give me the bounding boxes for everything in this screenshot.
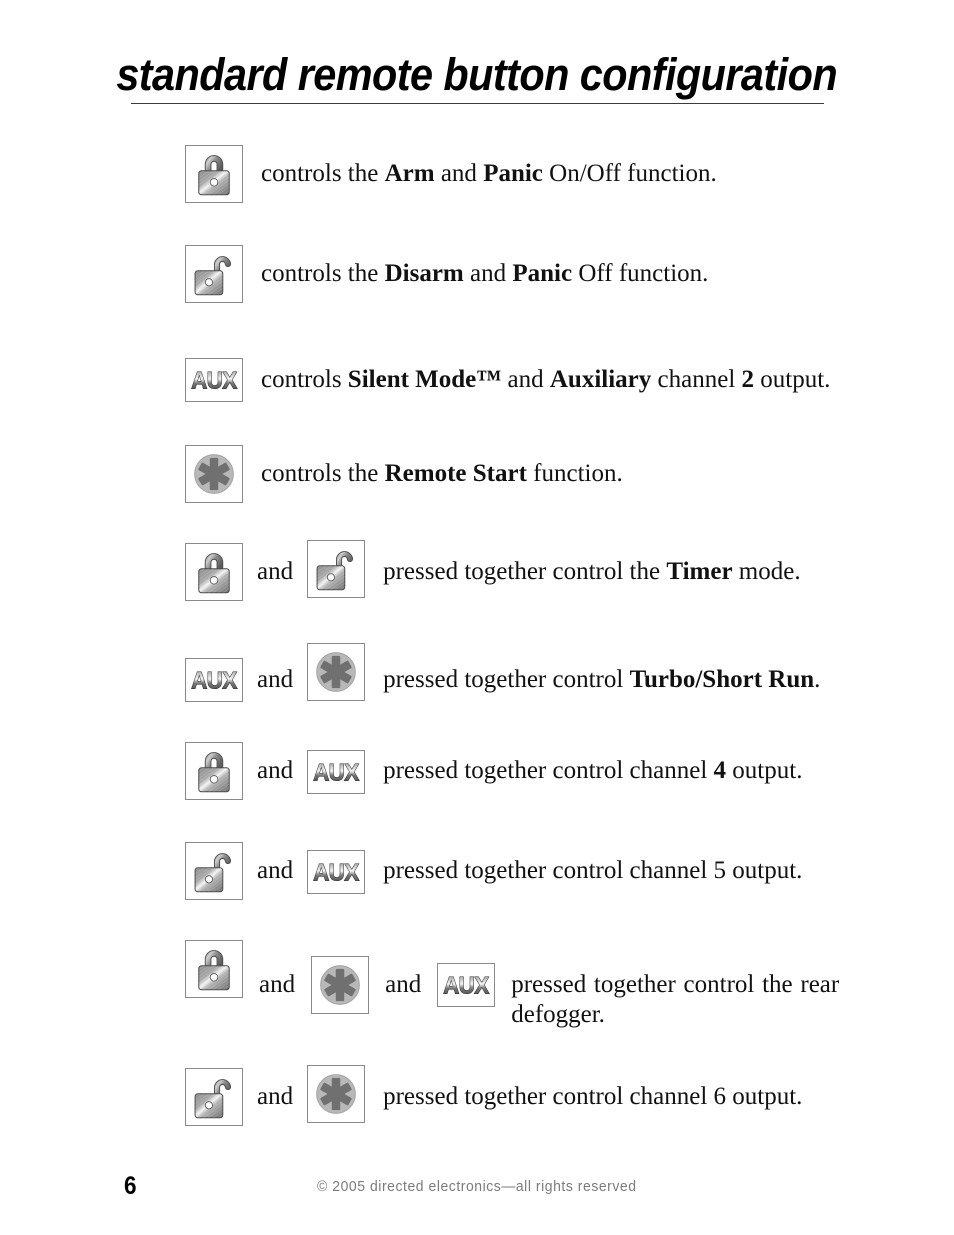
list-item-description: pressed together control channel 4 outpu… xyxy=(383,757,803,784)
star-asterisk-icon[interactable] xyxy=(307,643,366,701)
star-asterisk-icon[interactable] xyxy=(311,956,370,1014)
and-label: and xyxy=(259,971,296,998)
and-label: and xyxy=(385,971,422,998)
lock-open-icon[interactable] xyxy=(185,245,243,303)
button-configuration-list: controls the Arm and Panic On/Off functi… xyxy=(0,0,954,1235)
lock-closed-icon[interactable] xyxy=(185,145,243,203)
list-item-description: pressed together control channel 5 outpu… xyxy=(383,857,803,884)
lock-open-icon[interactable] xyxy=(185,842,243,900)
list-item-description: controls the Remote Start function. xyxy=(261,460,623,487)
copyright-notice: © 2005 directed electronics—all rights r… xyxy=(0,1178,954,1195)
and-label: and xyxy=(257,1083,294,1110)
list-item-description: pressed together control channel 6 outpu… xyxy=(383,1083,803,1110)
list-item: and pressed together control channel 5 o… xyxy=(185,842,885,900)
aux-button-icon[interactable] xyxy=(185,658,243,702)
lock-closed-icon[interactable] xyxy=(185,543,243,601)
and-label: and xyxy=(257,757,294,784)
star-asterisk-icon[interactable] xyxy=(185,445,243,503)
list-item: controls the Remote Start function. xyxy=(185,445,865,503)
list-item: and and pressed together control the rea… xyxy=(185,940,885,1030)
star-asterisk-icon[interactable] xyxy=(307,1065,366,1123)
and-label: and xyxy=(257,666,294,693)
aux-button-icon[interactable] xyxy=(307,850,366,894)
lock-closed-icon[interactable] xyxy=(185,742,243,800)
list-item-description: pressed together control the Timer mode. xyxy=(383,558,801,585)
lock-closed-icon[interactable] xyxy=(185,940,243,998)
list-item: and pressed together control channel 6 o… xyxy=(185,1065,885,1126)
list-item: and pressed together control channel 4 o… xyxy=(185,742,885,800)
lock-open-icon[interactable] xyxy=(307,540,366,598)
list-item-description: pressed together control the rear defogg… xyxy=(511,971,846,1028)
lock-open-icon[interactable] xyxy=(185,1068,243,1126)
list-item: controls Silent Mode™ and Auxiliary chan… xyxy=(185,358,875,402)
aux-button-icon[interactable] xyxy=(307,750,366,794)
list-item: and pressed together control Turbo/Short… xyxy=(185,643,885,702)
and-label: and xyxy=(257,857,294,884)
list-item-description: controls the Disarm and Panic Off functi… xyxy=(261,260,709,287)
and-label: and xyxy=(257,558,294,585)
list-item-description: controls the Arm and Panic On/Off functi… xyxy=(261,160,717,187)
aux-button-icon[interactable] xyxy=(185,358,243,402)
list-item: controls the Arm and Panic On/Off functi… xyxy=(185,145,865,203)
list-item: and pressed together control the Timer m… xyxy=(185,540,875,601)
list-item: controls the Disarm and Panic Off functi… xyxy=(185,245,865,303)
list-item-description: controls Silent Mode™ and Auxiliary chan… xyxy=(261,366,831,393)
list-item-description: pressed together control Turbo/Short Run… xyxy=(383,666,821,693)
copyright-text: © 2005 directed electronics—all rights r… xyxy=(317,1178,637,1195)
aux-button-icon[interactable] xyxy=(437,963,496,1007)
